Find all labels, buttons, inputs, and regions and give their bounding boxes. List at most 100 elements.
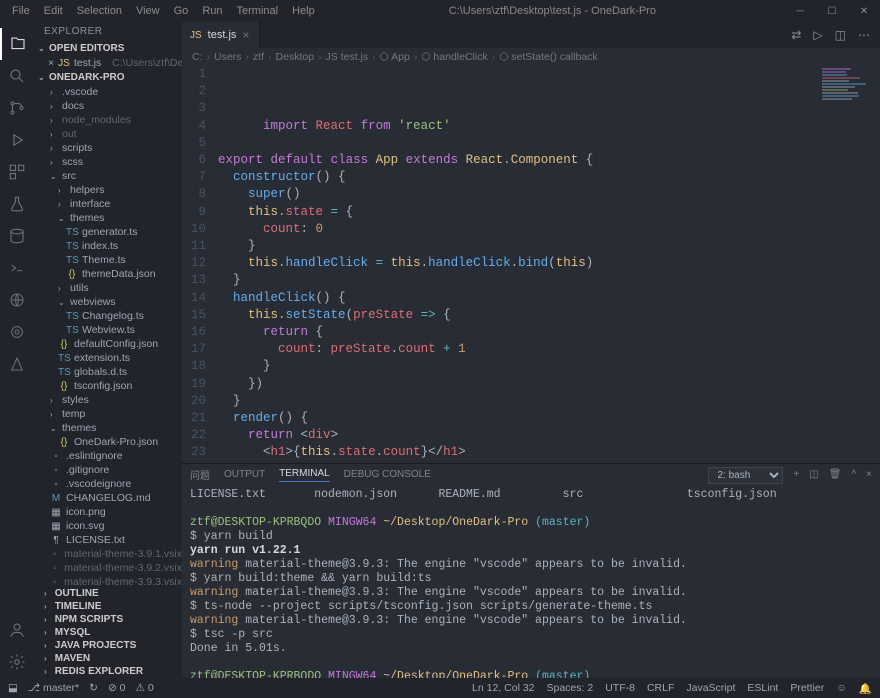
file-item[interactable]: TSglobals.d.ts <box>34 365 182 379</box>
menu-go[interactable]: Go <box>168 3 195 19</box>
split-terminal-icon[interactable]: ◫ <box>809 469 818 482</box>
breadcrumb-segment[interactable]: ztf <box>253 51 264 63</box>
menu-file[interactable]: File <box>6 3 36 19</box>
breadcrumb-segment[interactable]: Users <box>214 51 241 63</box>
section-java-projects[interactable]: › JAVA PROJECTS <box>34 639 182 652</box>
errors-indicator[interactable]: ⊘ 0 <box>108 682 126 694</box>
file-item[interactable]: ▦icon.svg <box>34 519 182 533</box>
menu-edit[interactable]: Edit <box>38 3 69 19</box>
more-icon[interactable]: ⋯ <box>858 28 870 42</box>
sync-indicator[interactable]: ↻ <box>89 682 98 694</box>
explorer-icon[interactable] <box>0 28 34 60</box>
file-item[interactable]: TSTheme.ts <box>34 253 182 267</box>
breadcrumb-segment[interactable]: Desktop <box>276 51 315 63</box>
kill-terminal-icon[interactable]: 🗑 <box>829 469 842 482</box>
extensions-icon[interactable] <box>0 156 34 188</box>
file-item[interactable]: MCHANGELOG.md <box>34 491 182 505</box>
menu-terminal[interactable]: Terminal <box>231 3 285 19</box>
file-item[interactable]: TSgenerator.ts <box>34 225 182 239</box>
remote-indicator[interactable]: ⬓ <box>8 682 18 694</box>
flask-icon[interactable] <box>0 188 34 220</box>
panel-tab-问题[interactable]: 问题 <box>190 467 210 484</box>
prettier-indicator[interactable]: Prettier <box>790 682 824 695</box>
panel-tab-terminal[interactable]: TERMINAL <box>279 468 330 482</box>
folder-item[interactable]: ⌄themes <box>34 211 182 225</box>
terminal[interactable]: LICENSE.txt nodemon.json README.md src t… <box>182 486 880 678</box>
menu-view[interactable]: View <box>130 3 166 19</box>
menu-selection[interactable]: Selection <box>71 3 128 19</box>
close-button[interactable]: ✕ <box>848 0 880 22</box>
breadcrumb-segment[interactable]: JS test.js <box>326 51 369 63</box>
file-item[interactable]: ▫material-theme-3.9.1.vsix <box>34 547 182 561</box>
minimap[interactable] <box>822 68 878 168</box>
section-maven[interactable]: › MAVEN <box>34 652 182 665</box>
remote-icon[interactable] <box>0 252 34 284</box>
settings-icon[interactable] <box>0 646 34 678</box>
gitlens-icon[interactable] <box>0 316 34 348</box>
file-item[interactable]: TSWebview.ts <box>34 323 182 337</box>
branch-indicator[interactable]: ⎇ master* <box>28 682 79 694</box>
section-npm-scripts[interactable]: › NPM SCRIPTS <box>34 613 182 626</box>
feedback-icon[interactable]: ☺ <box>836 682 847 695</box>
code-editor[interactable]: 123456789101112131415161718192021222324 … <box>182 66 880 463</box>
eol-indicator[interactable]: CRLF <box>647 682 674 695</box>
breadcrumb[interactable]: C:›Users›ztf›Desktop›JS test.js›⬡ App›⬡ … <box>182 48 880 66</box>
search-icon[interactable] <box>0 60 34 92</box>
azure-icon[interactable] <box>0 348 34 380</box>
open-editor-item[interactable]: ×JStest.js C:\Users\ztf\Desktop <box>34 56 182 70</box>
file-item[interactable]: ▫material-theme-3.9.2.vsix <box>34 561 182 575</box>
file-item[interactable]: {}defaultConfig.json <box>34 337 182 351</box>
file-item[interactable]: ◦.eslintignore <box>34 449 182 463</box>
breadcrumb-segment[interactable]: C: <box>192 51 203 63</box>
breadcrumb-segment[interactable]: ⬡ handleClick <box>421 51 487 63</box>
folder-item[interactable]: ›node_modules <box>34 113 182 127</box>
folder-item[interactable]: ›.vscode <box>34 85 182 99</box>
file-item[interactable]: ▫material-theme-3.9.3.vsix <box>34 575 182 587</box>
close-panel-icon[interactable]: × <box>866 469 872 482</box>
folder-root-header[interactable]: ⌄ONEDARK-PRO <box>34 70 182 85</box>
indent-indicator[interactable]: Spaces: 2 <box>547 682 594 695</box>
panel-tab-output[interactable]: OUTPUT <box>224 469 265 482</box>
account-icon[interactable] <box>0 614 34 646</box>
menu-run[interactable]: Run <box>196 3 228 19</box>
file-item[interactable]: {}themeData.json <box>34 267 182 281</box>
folder-item[interactable]: ›helpers <box>34 183 182 197</box>
file-item[interactable]: ¶LICENSE.txt <box>34 533 182 547</box>
browser-icon[interactable] <box>0 284 34 316</box>
folder-item[interactable]: ⌄src <box>34 169 182 183</box>
eslint-indicator[interactable]: ESLint <box>747 682 778 695</box>
warnings-indicator[interactable]: ⚠ 0 <box>136 682 154 694</box>
folder-item[interactable]: ›scss <box>34 155 182 169</box>
source-control-icon[interactable] <box>0 92 34 124</box>
debug-icon[interactable] <box>0 124 34 156</box>
panel-tab-debug-console[interactable]: DEBUG CONSOLE <box>344 469 431 482</box>
folder-item[interactable]: ⌄themes <box>34 421 182 435</box>
minimize-button[interactable]: ─ <box>784 0 816 22</box>
file-item[interactable]: ▦icon.png <box>34 505 182 519</box>
language-indicator[interactable]: JavaScript <box>686 682 735 695</box>
file-item[interactable]: {}OneDark-Pro.json <box>34 435 182 449</box>
folder-item[interactable]: ›docs <box>34 99 182 113</box>
encoding-indicator[interactable]: UTF-8 <box>605 682 635 695</box>
compare-icon[interactable]: ⇄ <box>791 28 801 42</box>
file-item[interactable]: ◦.vscodeignore <box>34 477 182 491</box>
folder-item[interactable]: ⌄webviews <box>34 295 182 309</box>
folder-item[interactable]: ›styles <box>34 393 182 407</box>
tab-test-js[interactable]: JS test.js × <box>182 22 260 48</box>
section-outline[interactable]: › OUTLINE <box>34 587 182 600</box>
breadcrumb-segment[interactable]: ⬡ setState() callback <box>499 51 597 63</box>
terminal-selector[interactable]: 2: bash <box>708 467 783 484</box>
maximize-panel-icon[interactable]: ^ <box>851 469 856 482</box>
bell-icon[interactable]: 🔔 <box>859 682 872 695</box>
new-terminal-icon[interactable]: + <box>793 469 799 482</box>
breadcrumb-segment[interactable]: ⬡ App <box>380 51 410 63</box>
split-icon[interactable]: ◫ <box>835 28 846 42</box>
menu-help[interactable]: Help <box>286 3 321 19</box>
file-item[interactable]: {}tsconfig.json <box>34 379 182 393</box>
folder-item[interactable]: ›interface <box>34 197 182 211</box>
folder-item[interactable]: ›out <box>34 127 182 141</box>
folder-item[interactable]: ›utils <box>34 281 182 295</box>
db-icon[interactable] <box>0 220 34 252</box>
file-item[interactable]: TSextension.ts <box>34 351 182 365</box>
cursor-position[interactable]: Ln 12, Col 32 <box>472 682 534 695</box>
